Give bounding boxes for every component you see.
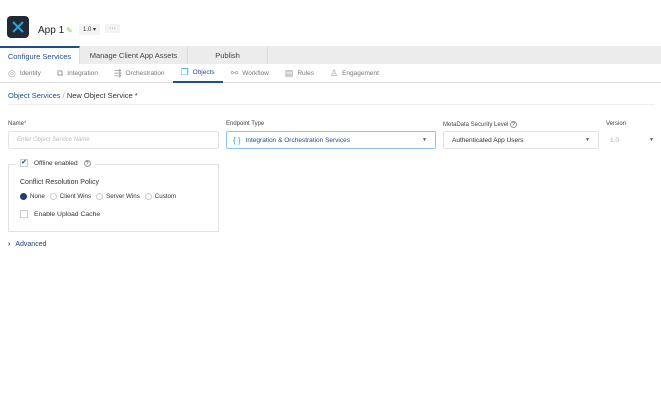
engagement-icon: ♙ xyxy=(329,68,339,78)
enable-upload-cache[interactable]: Enable Upload Cache xyxy=(20,210,100,218)
endpoint-type-select[interactable]: { } Integration & Orchestration Services… xyxy=(226,131,436,149)
breadcrumb-separator: / xyxy=(62,91,65,100)
offline-checkbox[interactable]: ✔ xyxy=(20,159,28,167)
security-level-select[interactable]: Authenticated App Users ▼ xyxy=(443,131,599,149)
chevron-down-icon: ▼ xyxy=(422,137,427,143)
subtab-engagement[interactable]: ♙ Engagement xyxy=(322,64,387,83)
rules-icon: ▤ xyxy=(284,68,294,78)
more-options-button[interactable]: ··· xyxy=(105,24,120,33)
braces-icon: { } xyxy=(233,135,241,145)
breadcrumb: Object Services / New Object Service * xyxy=(8,91,138,100)
app-logo xyxy=(7,16,29,38)
subtab-orchestration[interactable]: ⇶ Orchestration xyxy=(106,64,173,83)
upload-cache-checkbox[interactable] xyxy=(20,210,28,218)
divider xyxy=(8,104,655,105)
name-placeholder: Enter Object Service Name xyxy=(17,137,90,143)
offline-enabled-toggle[interactable]: ✔ Offline enabled ? xyxy=(16,159,95,167)
name-input[interactable]: Enter Object Service Name xyxy=(8,131,219,149)
chevron-right-icon: › xyxy=(8,241,11,248)
fingerprint-icon: ◎ xyxy=(8,68,16,78)
advanced-toggle[interactable]: › Advanced xyxy=(8,241,46,248)
conflict-policy-label: Conflict Resolution Policy xyxy=(20,179,99,186)
breadcrumb-current: New Object Service * xyxy=(66,91,138,100)
breadcrumb-object-services[interactable]: Object Services xyxy=(8,91,61,100)
subtab-workflow[interactable]: ⚯ Workflow xyxy=(223,64,277,83)
edit-pencil-icon[interactable]: ✎ xyxy=(66,26,73,35)
main-tabs: Configure Services Manage Client App Ass… xyxy=(0,46,661,64)
subtab-label: Identity xyxy=(19,70,41,77)
help-icon: ? xyxy=(510,121,518,128)
radio-server-wins[interactable]: Server Wins xyxy=(96,193,140,200)
subtab-label: Integration xyxy=(67,70,98,77)
objects-icon: ❐ xyxy=(180,67,189,77)
security-level-value: Authenticated App Users xyxy=(452,136,524,144)
tab-manage-client-app-assets[interactable]: Manage Client App Assets xyxy=(80,46,188,64)
conflict-policy-radios: None Client Wins Server Wins Custom xyxy=(20,193,176,200)
help-icon[interactable]: ? xyxy=(83,159,91,167)
subtab-label: Engagement xyxy=(342,70,379,77)
subtab-label: Rules xyxy=(297,70,314,77)
subtab-label: Objects xyxy=(192,69,215,76)
version-label: Version xyxy=(606,121,627,127)
subtab-label: Workflow xyxy=(242,70,269,77)
version-dropdown[interactable]: 1.0 ▾ xyxy=(79,24,101,35)
subtab-objects[interactable]: ❐ Objects xyxy=(172,64,223,83)
subtab-identity[interactable]: ◎ Identity xyxy=(0,64,49,83)
app-title: App 1 xyxy=(38,25,65,36)
sub-tabs: ◎ Identity ⧉ Integration ⇶ Orchestration ❐ O… xyxy=(0,64,661,83)
advanced-label: Advanced xyxy=(15,241,47,248)
name-label: Name* xyxy=(8,121,27,127)
version-select[interactable]: 1.0 ▼ xyxy=(604,131,656,149)
chevron-down-icon: ▼ xyxy=(649,137,654,143)
workflow-icon: ⚯ xyxy=(230,68,239,78)
radio-none[interactable]: None xyxy=(20,193,45,200)
security-level-label: MetaData Security Level ? xyxy=(443,121,518,128)
subtab-label: Orchestration xyxy=(125,70,165,77)
offline-label: Offline enabled xyxy=(34,159,78,167)
endpoint-type-label: Endpoint Type xyxy=(226,121,265,127)
version-value: 1.0 xyxy=(610,136,620,144)
radio-client-wins[interactable]: Client Wins xyxy=(49,193,91,200)
integration-icon: ⧉ xyxy=(56,68,64,78)
endpoint-type-value: Integration & Orchestration Services xyxy=(245,136,350,144)
upload-cache-label: Enable Upload Cache xyxy=(34,210,101,218)
tab-configure-services[interactable]: Configure Services xyxy=(0,46,80,64)
orchestration-icon: ⇶ xyxy=(113,68,122,78)
tab-publish[interactable]: Publish xyxy=(188,46,268,64)
subtab-integration[interactable]: ⧉ Integration xyxy=(49,64,106,83)
subtab-rules[interactable]: ▤ Rules xyxy=(277,64,322,83)
radio-custom[interactable]: Custom xyxy=(144,193,176,200)
chevron-down-icon: ▼ xyxy=(585,137,590,143)
